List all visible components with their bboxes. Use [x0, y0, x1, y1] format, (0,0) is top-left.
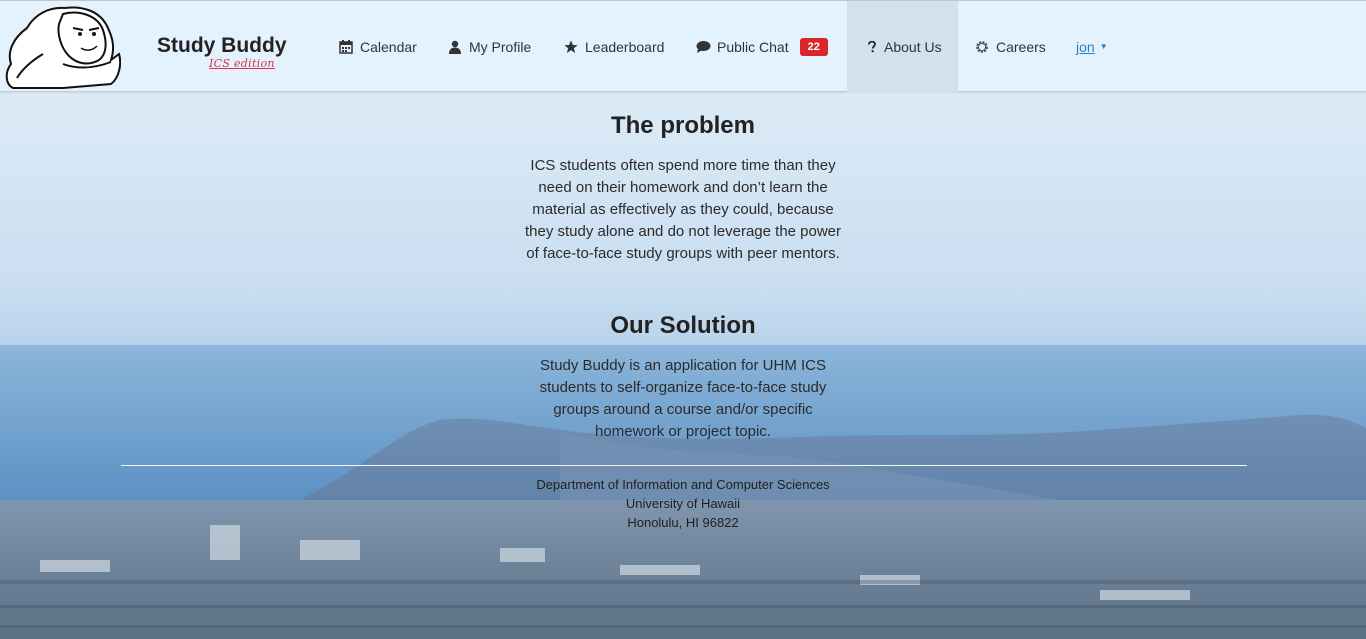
- solution-heading: Our Solution: [610, 312, 756, 339]
- caret-down-icon: ▼: [1099, 42, 1108, 51]
- user-icon: [447, 39, 463, 55]
- footer-divider: [121, 465, 1247, 466]
- footer-department: Department of Information and Computer S…: [536, 477, 830, 492]
- nav-my-profile[interactable]: My Profile: [447, 1, 531, 92]
- problem-text: ICS students often spend more time than …: [524, 157, 842, 262]
- unread-count-badge: 22: [799, 37, 828, 56]
- top-navbar: Study Buddy ICS edition Calendar My Prof…: [0, 0, 1366, 92]
- nav-about-us[interactable]: About Us: [847, 1, 958, 92]
- user-menu-dropdown[interactable]: jon ▼: [1076, 1, 1108, 92]
- nav-my-profile-label: My Profile: [469, 38, 532, 55]
- brand-subtitle: ICS edition: [209, 57, 275, 70]
- nav-careers-label: Careers: [996, 38, 1046, 55]
- calendar-icon: [338, 39, 354, 55]
- question-icon: [867, 39, 877, 55]
- logo-image[interactable]: [3, 4, 122, 90]
- gear-icon: [974, 39, 990, 55]
- nav-public-chat-label: Public Chat: [717, 38, 789, 55]
- nav-leaderboard-label: Leaderboard: [585, 38, 665, 55]
- problem-heading: The problem: [610, 112, 755, 139]
- star-icon: [563, 39, 579, 55]
- footer: Department of Information and Computer S…: [0, 475, 1366, 532]
- nav-public-chat[interactable]: Public Chat 22: [695, 1, 828, 92]
- nav-calendar[interactable]: Calendar: [338, 1, 417, 92]
- footer-address: Honolulu, HI 96822: [627, 515, 739, 530]
- chat-icon: [695, 39, 711, 55]
- nav-about-us-label: About Us: [884, 38, 942, 55]
- nav-calendar-label: Calendar: [360, 38, 417, 55]
- brand-title[interactable]: Study Buddy: [157, 34, 287, 58]
- user-name: jon: [1076, 38, 1095, 55]
- footer-university: University of Hawaii: [625, 496, 741, 511]
- solution-text: Study Buddy is an application for UHM IC…: [539, 357, 827, 440]
- meme-face-logo-icon: [5, 6, 122, 89]
- nav-leaderboard[interactable]: Leaderboard: [563, 1, 664, 92]
- nav-careers[interactable]: Careers: [974, 1, 1046, 92]
